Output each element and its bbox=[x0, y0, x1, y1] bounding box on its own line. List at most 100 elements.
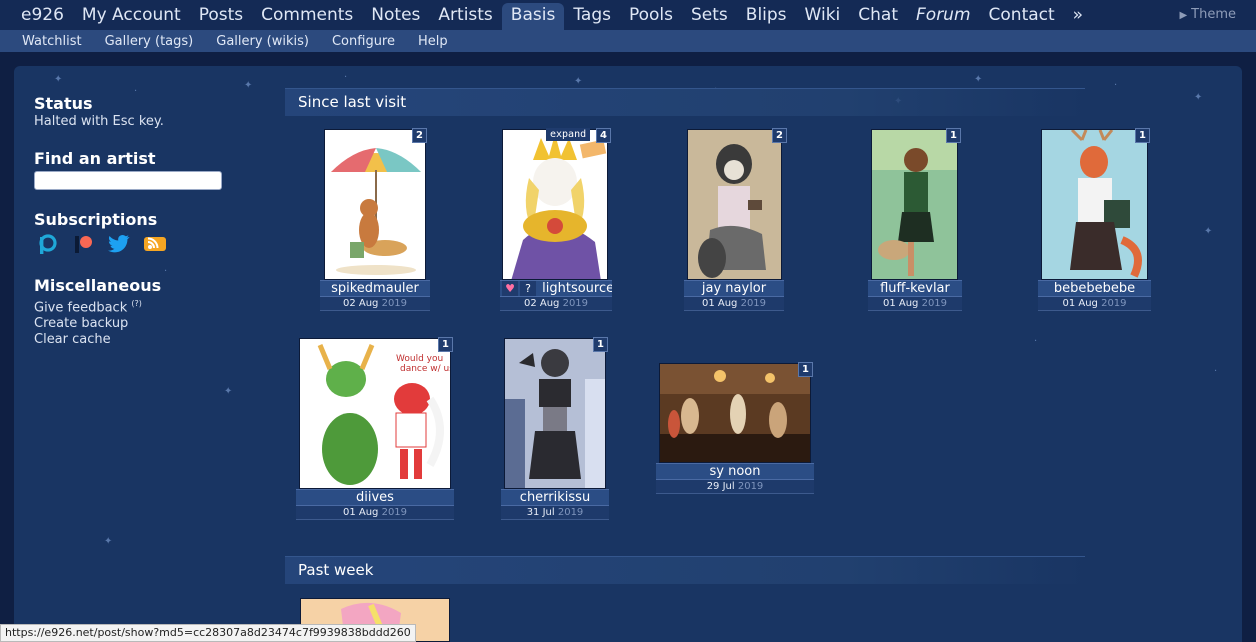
picarto-icon[interactable] bbox=[34, 232, 60, 256]
post-card[interactable]: 2 jay naylor 01 Aug 2019 bbox=[684, 128, 787, 313]
post-thumbnail[interactable] bbox=[502, 129, 608, 280]
artist-name[interactable]: bebebebebe bbox=[1038, 280, 1151, 297]
post-count-badge: 1 bbox=[798, 362, 813, 377]
nav-basis[interactable]: Basis bbox=[501, 3, 565, 30]
subscriptions-title: Subscriptions bbox=[34, 210, 158, 229]
post-count-badge: 1 bbox=[438, 337, 453, 352]
post-count-badge: 4 bbox=[596, 128, 611, 143]
post-day: 01 Aug bbox=[342, 507, 379, 518]
post-date: 01 Aug 2019 bbox=[296, 506, 454, 520]
post-date: 01 Aug 2019 bbox=[684, 297, 784, 311]
post-count-badge: 1 bbox=[593, 337, 608, 352]
give-feedback-label: Give feedback bbox=[34, 300, 128, 316]
nav-chat[interactable]: Chat bbox=[849, 3, 907, 30]
clear-cache-link[interactable]: Clear cache bbox=[34, 332, 244, 348]
post-thumbnail[interactable] bbox=[871, 129, 958, 280]
post-date: 01 Aug 2019 bbox=[868, 297, 962, 311]
post-card[interactable]: 1 cherrikissu 31 Jul 2019 bbox=[501, 337, 609, 522]
post-count-badge: 2 bbox=[412, 128, 427, 143]
post-count-badge: 1 bbox=[946, 128, 961, 143]
post-year: 2019 bbox=[740, 298, 767, 309]
nav-forum[interactable]: Forum bbox=[907, 3, 980, 30]
nav-blips[interactable]: Blips bbox=[737, 3, 796, 30]
post-thumbnail[interactable] bbox=[659, 363, 811, 463]
post-date: 31 Jul 2019 bbox=[501, 506, 609, 520]
status-title: Status bbox=[34, 94, 93, 113]
artist-name[interactable]: diives bbox=[296, 489, 454, 506]
twitter-icon[interactable] bbox=[106, 232, 132, 256]
find-artist-title: Find an artist bbox=[34, 149, 156, 168]
post-day: 29 Jul bbox=[706, 481, 735, 492]
create-backup-link[interactable]: Create backup bbox=[34, 316, 244, 332]
artist-name[interactable]: cherrikissu bbox=[501, 489, 609, 506]
give-feedback-link[interactable]: Give feedback (?) bbox=[34, 296, 244, 316]
svg-text:Would you: Would you bbox=[396, 354, 443, 364]
patreon-icon[interactable] bbox=[70, 232, 96, 256]
post-date: 02 Aug 2019 bbox=[320, 297, 430, 311]
post-thumbnail[interactable] bbox=[504, 338, 606, 489]
subnav-configure[interactable]: Configure bbox=[324, 34, 403, 49]
nav-my-account[interactable]: My Account bbox=[73, 3, 190, 30]
artist-name[interactable]: sy noon bbox=[656, 463, 814, 480]
subnav-help[interactable]: Help bbox=[410, 34, 456, 49]
post-thumbnail[interactable] bbox=[687, 129, 782, 280]
subnav-gallery-wikis[interactable]: Gallery (wikis) bbox=[208, 34, 317, 49]
post-card[interactable]: 2 spikedmauler 02 Aug 2019 bbox=[320, 128, 430, 313]
artist-name[interactable]: lightsource bbox=[542, 281, 612, 296]
nav-more[interactable]: » bbox=[1064, 3, 1092, 30]
post-year: 2019 bbox=[1101, 298, 1127, 309]
post-date: 29 Jul 2019 bbox=[656, 480, 814, 494]
post-day: 02 Aug bbox=[342, 298, 379, 309]
nav-artists[interactable]: Artists bbox=[429, 3, 501, 30]
post-day: 01 Aug bbox=[882, 298, 919, 309]
nav-pools[interactable]: Pools bbox=[620, 3, 682, 30]
post-year: 2019 bbox=[737, 481, 764, 492]
play-icon: ▶ bbox=[1179, 10, 1188, 21]
rss-icon[interactable] bbox=[142, 232, 168, 256]
post-card[interactable]: Would you dance w/ us? 1 diives 01 Aug 2… bbox=[296, 337, 454, 522]
nav-contact[interactable]: Contact bbox=[980, 3, 1064, 30]
nav-sets[interactable]: Sets bbox=[682, 3, 737, 30]
past-week-header: Past week bbox=[285, 556, 1085, 584]
post-year: 2019 bbox=[557, 507, 584, 518]
nav-wiki[interactable]: Wiki bbox=[796, 3, 850, 30]
since-last-visit-header: Since last visit bbox=[285, 88, 1085, 116]
artist-name[interactable]: spikedmauler bbox=[320, 280, 430, 297]
artist-name[interactable]: jay naylor bbox=[684, 280, 784, 297]
post-year: 2019 bbox=[381, 507, 408, 518]
post-day: 31 Jul bbox=[526, 507, 555, 518]
post-year: 2019 bbox=[562, 298, 589, 309]
question-icon[interactable]: ? bbox=[520, 281, 536, 296]
theme-label: Theme bbox=[1191, 7, 1236, 22]
post-card[interactable]: 1 sy noon 29 Jul 2019 bbox=[656, 362, 814, 494]
artist-name-row: ♥? lightsource bbox=[500, 280, 612, 297]
post-year: 2019 bbox=[381, 298, 408, 309]
post-day: 01 Aug bbox=[701, 298, 738, 309]
status-text: Halted with Esc key. bbox=[34, 114, 164, 129]
subnav-gallery-tags[interactable]: Gallery (tags) bbox=[97, 34, 202, 49]
subnav-watchlist[interactable]: Watchlist bbox=[14, 34, 90, 49]
nav-tags[interactable]: Tags bbox=[564, 3, 620, 30]
heart-icon[interactable]: ♥ bbox=[502, 281, 518, 296]
find-artist-input[interactable] bbox=[34, 171, 222, 190]
theme-button[interactable]: ▶ Theme bbox=[1179, 7, 1236, 22]
artist-name[interactable]: fluff-kevlar bbox=[868, 280, 962, 297]
svg-text:dance w/ us?: dance w/ us? bbox=[400, 364, 451, 374]
expand-button[interactable]: expand bbox=[546, 128, 591, 141]
top-navigation: e926 My Account Posts Comments Notes Art… bbox=[0, 0, 1256, 30]
nav-e926[interactable]: e926 bbox=[12, 3, 73, 30]
sub-navigation: Watchlist Gallery (tags) Gallery (wikis)… bbox=[0, 30, 1256, 52]
nav-posts[interactable]: Posts bbox=[190, 3, 252, 30]
post-date: 02 Aug 2019 bbox=[500, 297, 612, 311]
post-thumbnail[interactable]: Would you dance w/ us? bbox=[299, 338, 451, 489]
nav-notes[interactable]: Notes bbox=[362, 3, 429, 30]
nav-comments[interactable]: Comments bbox=[252, 3, 362, 30]
post-card[interactable]: expand 4 ♥? lightsource 02 Aug 2019 bbox=[500, 128, 612, 313]
post-thumbnail[interactable] bbox=[1041, 129, 1148, 280]
post-card[interactable]: 1 bebebebebe 01 Aug 2019 bbox=[1038, 128, 1151, 313]
sidebar: Status Halted with Esc key. Find an arti… bbox=[34, 94, 244, 368]
post-card[interactable]: 1 fluff-kevlar 01 Aug 2019 bbox=[868, 128, 962, 313]
post-thumbnail[interactable] bbox=[324, 129, 426, 280]
browser-status-url: https://e926.net/post/show?md5=cc28307a8… bbox=[0, 624, 416, 642]
feedback-help[interactable]: (?) bbox=[131, 299, 142, 308]
